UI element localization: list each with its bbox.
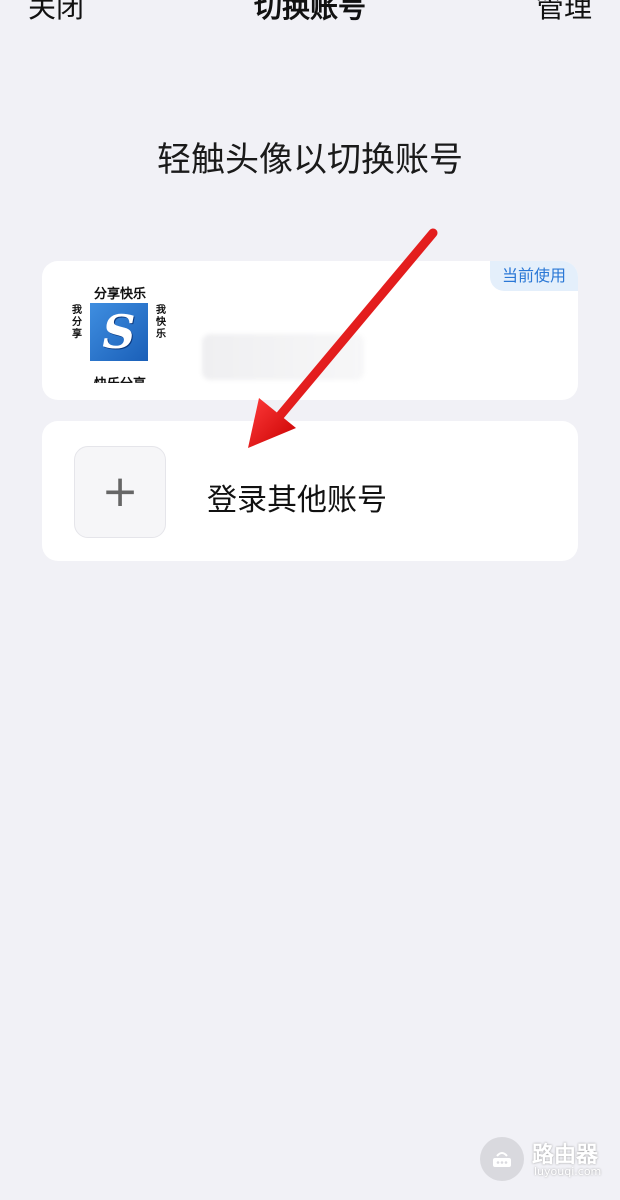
watermark-subtitle: luyouqi.com bbox=[534, 1165, 602, 1178]
red-arrow-annotation bbox=[248, 228, 438, 448]
router-logo-icon bbox=[480, 1137, 524, 1181]
site-watermark: 路由器 luyouqi.com bbox=[480, 1137, 620, 1185]
